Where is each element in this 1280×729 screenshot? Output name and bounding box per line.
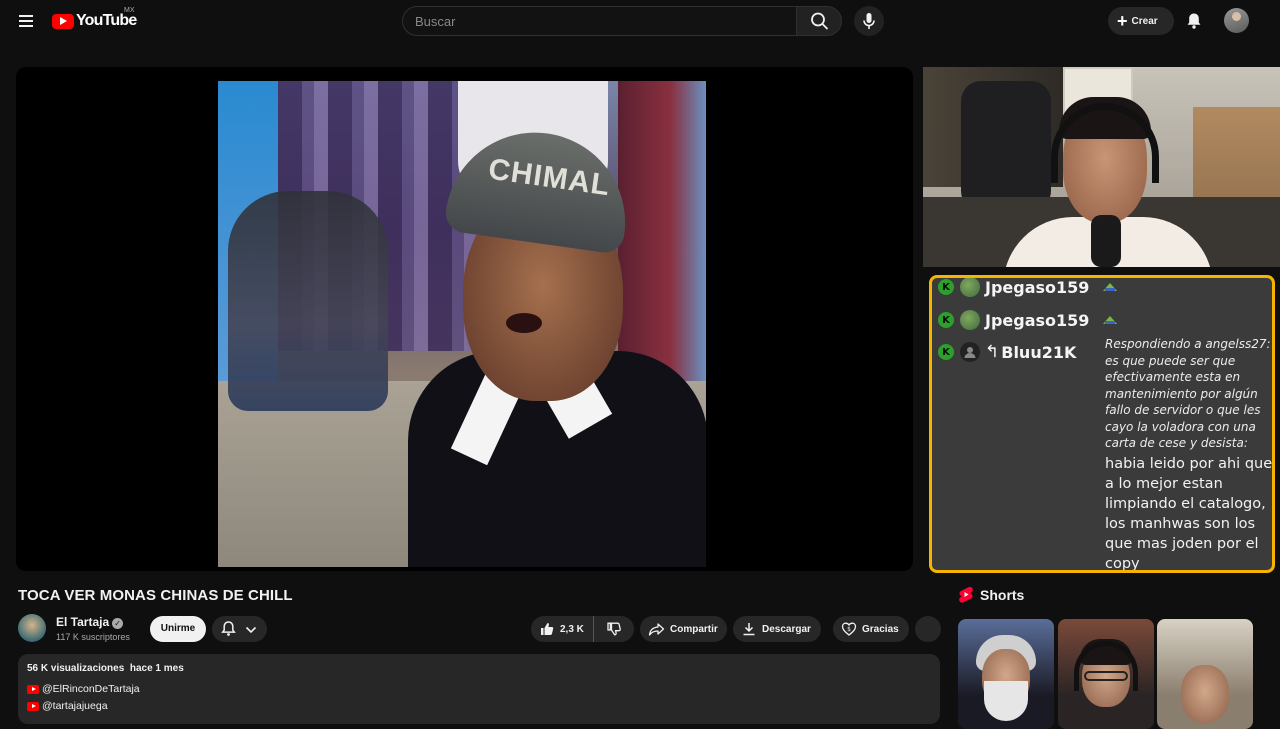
chat-username: Jpegaso159 — [985, 310, 1090, 330]
channel-name-link[interactable]: El Tartaja ✓ — [56, 615, 124, 629]
download-label: Descargar — [762, 623, 811, 635]
subscription-notifications-button[interactable] — [212, 616, 267, 642]
microphone-prop — [1091, 215, 1121, 267]
reply-quote: Respondiendo a angelss27: es que puede s… — [1105, 337, 1271, 450]
join-button[interactable]: Unirme — [150, 616, 206, 642]
view-stats: 56 K visualizaciones hace 1 mes — [27, 663, 184, 674]
microphone-icon — [863, 13, 875, 29]
thanks-button[interactable]: $ Gracias — [833, 616, 909, 642]
bell-icon — [221, 621, 236, 636]
description-link[interactable]: @tartajajuega — [27, 699, 108, 713]
search-button[interactable] — [796, 6, 842, 36]
user-avatar — [960, 342, 980, 362]
chat-username: Jpegaso159 — [985, 277, 1090, 297]
dislike-button[interactable] — [594, 616, 634, 642]
user-avatar — [960, 310, 980, 330]
like-dislike-group: 2,3 K — [531, 616, 634, 642]
chevron-down-icon — [245, 626, 257, 634]
kick-badge-icon: K — [938, 279, 954, 295]
notifications-button[interactable] — [1182, 9, 1206, 33]
chat-reply-message: Respondiendo a angelss27: es que puede s… — [1105, 336, 1273, 572]
channel-avatar[interactable] — [18, 614, 46, 642]
share-label: Compartir — [670, 623, 718, 635]
video-title: TOCA VER MONAS CHINAS DE CHILL — [18, 587, 293, 604]
user-avatar — [960, 278, 980, 297]
plus-icon: + — [1117, 11, 1128, 31]
region-code: MX — [124, 7, 135, 14]
thanks-heart-icon: $ — [841, 622, 857, 636]
share-icon — [648, 623, 665, 636]
chat-message: K Jpegaso159 — [938, 309, 1089, 331]
thumbs-down-icon — [607, 622, 621, 636]
thanks-label: Gracias — [862, 623, 899, 635]
shorts-title: Shorts — [980, 586, 1025, 603]
chat-username: Bluu21K — [1001, 342, 1077, 362]
description-box[interactable]: 56 K visualizaciones hace 1 mes @ElRinco… — [18, 654, 940, 724]
menu-icon[interactable] — [14, 8, 40, 34]
chat-message: K ↰ Bluu21K — [938, 341, 1076, 363]
emote-icon — [1102, 281, 1118, 293]
reply-icon: ↰ — [985, 342, 1000, 362]
kick-badge-icon: K — [938, 312, 954, 328]
channel-handle: @ElRinconDeTartaja — [42, 683, 140, 695]
like-count: 2,3 K — [560, 623, 584, 635]
create-button[interactable]: + Crear — [1108, 7, 1174, 35]
channel-name: El Tartaja — [56, 615, 110, 629]
top-bar: YouTube MX + Crear — [0, 0, 1280, 42]
voice-search-button[interactable] — [854, 6, 884, 36]
description-link[interactable]: @ElRinconDeTartaja — [27, 682, 140, 696]
youtube-icon — [27, 684, 39, 694]
youtube-play-icon — [52, 13, 74, 29]
chat-message-text: habia leido por ahi que a lo mejor estan… — [1105, 455, 1273, 572]
download-icon — [743, 623, 755, 636]
share-button[interactable]: Compartir — [640, 616, 727, 642]
channel-handle: @tartajajuega — [42, 700, 108, 712]
streamer-webcam — [923, 67, 1280, 267]
create-label: Crear — [1131, 15, 1158, 27]
search-bar — [402, 6, 843, 36]
default-user-icon — [964, 347, 976, 358]
upload-date: hace 1 mes — [129, 663, 184, 674]
youtube-logo[interactable]: YouTube MX — [52, 7, 137, 32]
kick-badge-icon: K — [938, 344, 954, 360]
short-thumbnail[interactable] — [1058, 619, 1154, 729]
chat-overlay: K Jpegaso159 K Jpegaso159 K ↰ Bluu21K Re… — [929, 275, 1275, 573]
account-avatar[interactable] — [1224, 8, 1249, 33]
video-frame: CHIMAL — [218, 81, 706, 567]
view-count: 56 K visualizaciones — [27, 663, 125, 674]
video-player[interactable]: CHIMAL — [16, 67, 913, 571]
verified-icon: ✓ — [112, 618, 124, 629]
bell-icon — [1187, 13, 1201, 29]
svg-text:$: $ — [847, 626, 851, 633]
chat-message: K Jpegaso159 — [938, 277, 1090, 298]
like-button[interactable]: 2,3 K — [531, 616, 594, 642]
search-input[interactable] — [402, 6, 797, 36]
logo-text: YouTube — [76, 12, 137, 29]
more-actions-button[interactable] — [915, 616, 941, 642]
emote-icon — [1102, 314, 1118, 326]
short-thumbnail[interactable] — [958, 619, 1054, 729]
download-button[interactable]: Descargar — [733, 616, 821, 642]
short-thumbnail[interactable] — [1157, 619, 1253, 729]
subscriber-count: 117 K suscriptores — [56, 632, 130, 642]
shorts-icon — [959, 586, 973, 603]
shorts-header: Shorts — [959, 586, 1024, 603]
search-icon — [811, 12, 828, 30]
thumbs-up-icon — [541, 623, 554, 635]
youtube-icon — [27, 701, 39, 711]
